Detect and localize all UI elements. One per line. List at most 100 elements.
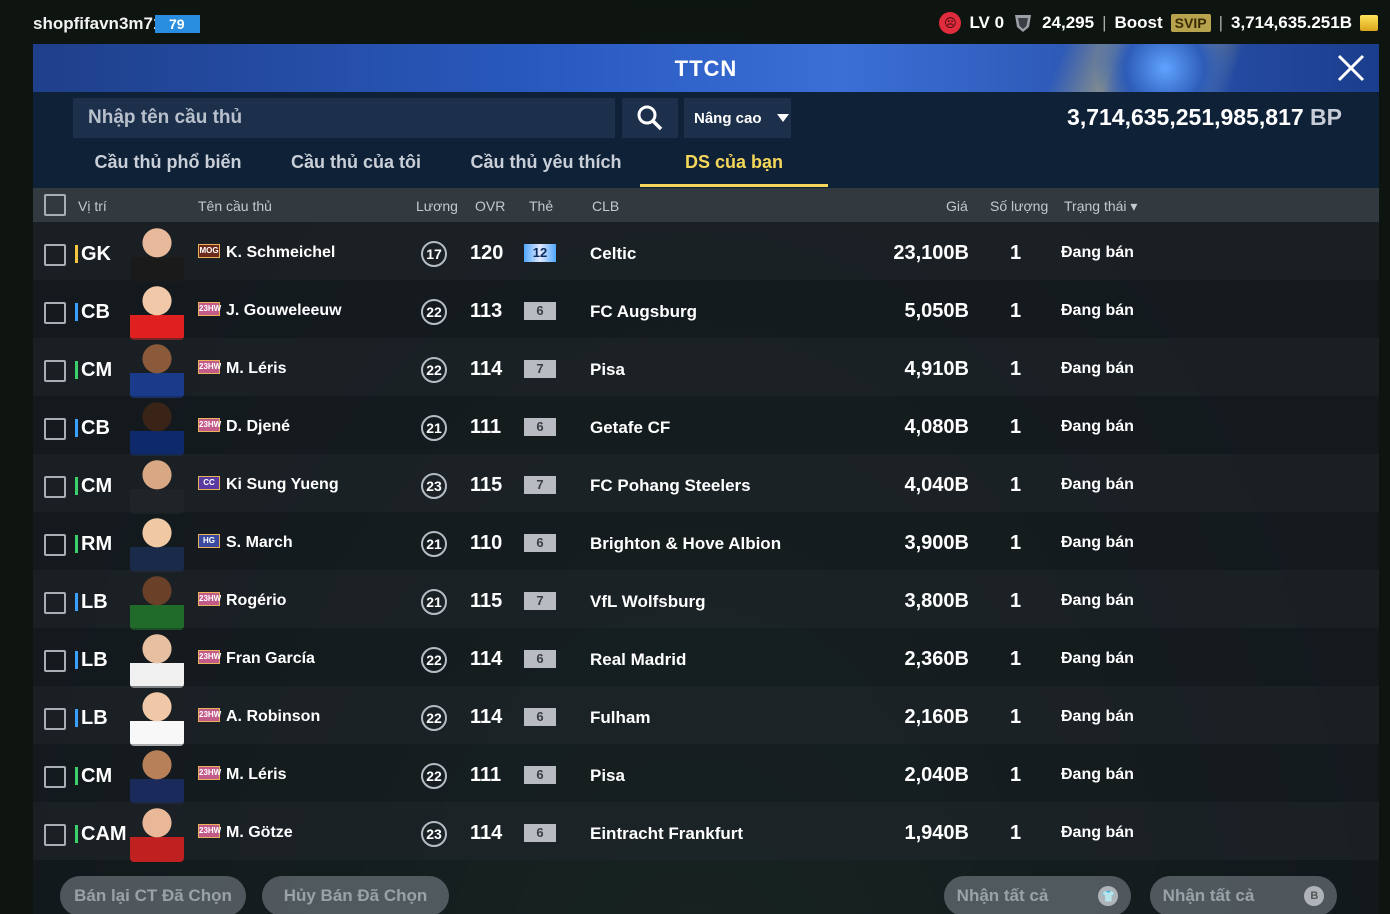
listing-status: Đang bán — [1061, 360, 1134, 377]
listing-quantity: 1 — [1010, 590, 1022, 612]
header-position[interactable]: Vị trí — [78, 198, 107, 214]
player-position: LB — [75, 707, 108, 730]
player-club: Brighton & Hove Albion — [590, 534, 782, 553]
row-checkbox[interactable] — [44, 534, 66, 556]
row-checkbox[interactable] — [44, 824, 66, 846]
header-status[interactable]: Trạng thái ▾ — [1064, 198, 1137, 215]
lv-label: LV 0 — [969, 13, 1005, 32]
bp-total-value: 3,714,635,251,985,817 — [1067, 104, 1304, 130]
player-wage: 21 — [421, 589, 447, 615]
bp-total: 3,714,635,251,985,817 BP — [1067, 104, 1342, 131]
sad-face-icon: ☹ — [939, 12, 962, 34]
header-ovr[interactable]: OVR — [475, 198, 505, 214]
tab-favorite-players[interactable]: Cầu thủ yêu thích — [466, 152, 626, 173]
resell-selected-button[interactable]: Bán lại CT Đã Chọn — [60, 876, 246, 914]
table-row[interactable]: CB 23HW D. Djené 21 111 6 Getafe CF 4,080B 1 Đang… — [33, 396, 1379, 456]
player-club: FC Augsburg — [590, 302, 698, 321]
listing-status: Đang bán — [1061, 650, 1134, 667]
card-level-badge: 6 — [524, 766, 556, 784]
tab-your-list[interactable]: DS của bạn — [640, 152, 828, 173]
table-row[interactable]: CM CC Ki Sung Yueng 23 115 7 FC Pohang Steeler… — [33, 454, 1379, 514]
level-badge: 79 — [155, 15, 200, 33]
card-level-badge: 6 — [524, 534, 556, 552]
row-checkbox[interactable] — [44, 302, 66, 324]
row-checkbox[interactable] — [44, 708, 66, 730]
table-row[interactable]: CAM 23HW M. Götze 23 114 6 Eintracht Frankfurt… — [33, 802, 1379, 862]
search-button[interactable] — [622, 98, 678, 138]
listing-price: 4,040B — [904, 474, 970, 496]
table-row[interactable]: LB 23HW Rogério 21 115 7 VfL Wolfsburg 3,800B 1 Đ… — [33, 570, 1379, 630]
table-row[interactable]: LB 23HW Fran García 22 114 6 Real Madrid 2,360B… — [33, 628, 1379, 688]
table-row[interactable]: CM 23HW M. Léris 22 114 7 Pisa 4,910B 1 Đang bán — [33, 338, 1379, 398]
card-level-badge: 7 — [524, 360, 556, 378]
claim-all-button-2[interactable]: Nhận tất cả B — [1150, 876, 1337, 914]
header-card[interactable]: Thẻ — [529, 198, 553, 214]
listing-price: 3,800B — [904, 590, 970, 612]
player-club: FC Pohang Steelers — [590, 476, 751, 495]
listing-quantity: 1 — [1010, 242, 1022, 264]
player-position: CAM — [75, 823, 127, 846]
listing-status: Đang bán — [1061, 244, 1134, 261]
table-row[interactable]: CM 23HW M. Léris 22 111 6 Pisa 2,040B 1 Đang bán — [33, 744, 1379, 804]
season-badge-icon: 23HW — [198, 360, 221, 374]
table-row[interactable]: CB 23HW J. Gouweleeuw 22 113 6 FC Augsburg 5,05… — [33, 280, 1379, 340]
tab-my-players[interactable]: Cầu thủ của tôi — [281, 152, 431, 173]
card-level-badge: 7 — [524, 592, 556, 610]
table-row[interactable]: GK MOG K. Schmeichel 17 120 12 Celtic 23,100B 1 Đ… — [33, 222, 1379, 282]
search-bar: Nâng cao 3,714,635,251,985,817 BP — [33, 92, 1379, 140]
select-all-checkbox[interactable] — [44, 194, 66, 216]
player-ovr: 111 — [470, 416, 502, 438]
header-qty[interactable]: Số lượng — [990, 198, 1048, 214]
season-badge-icon: CC — [198, 476, 220, 490]
listing-price: 2,160B — [904, 706, 970, 728]
card-level-badge: 12 — [524, 244, 556, 262]
player-name: Rogério — [226, 592, 287, 609]
row-checkbox[interactable] — [44, 766, 66, 788]
claim-all-button-1[interactable]: Nhận tất cả 👕 — [944, 876, 1131, 914]
player-wage: 17 — [421, 241, 447, 267]
card-level-badge: 6 — [524, 824, 556, 842]
player-name: K. Schmeichel — [226, 244, 336, 261]
player-ovr: 114 — [470, 706, 503, 728]
player-avatar — [130, 632, 184, 688]
row-checkbox[interactable] — [44, 244, 66, 266]
player-wage: 22 — [421, 705, 447, 731]
header-name[interactable]: Tên cầu thủ — [198, 198, 272, 214]
player-avatar — [130, 400, 184, 456]
listing-price: 23,100B — [893, 242, 969, 264]
player-avatar — [130, 806, 184, 862]
advanced-label: Nâng cao — [694, 109, 762, 127]
player-position: CM — [75, 765, 112, 788]
header-club[interactable]: CLB — [592, 198, 619, 214]
season-badge-icon: 23HW — [198, 824, 221, 838]
player-wage: 23 — [421, 821, 447, 847]
balance-value: 3,714,635.251B — [1231, 13, 1352, 32]
header-wage[interactable]: Lương — [416, 198, 458, 214]
search-input[interactable] — [73, 98, 615, 138]
card-level-badge: 6 — [524, 302, 556, 320]
card-level-badge: 6 — [524, 418, 556, 436]
listing-status: Đang bán — [1061, 418, 1134, 435]
row-checkbox[interactable] — [44, 650, 66, 672]
player-name: M. Léris — [226, 360, 287, 377]
close-button[interactable] — [1333, 50, 1369, 86]
tab-bar: Cầu thủ phổ biến Cầu thủ của tôi Cầu thủ… — [33, 140, 1379, 188]
row-checkbox[interactable] — [44, 476, 66, 498]
search-icon — [637, 105, 663, 131]
table-row[interactable]: RM HG S. March 21 110 6 Brighton & Hove Albion… — [33, 512, 1379, 572]
listing-price: 4,080B — [904, 416, 970, 438]
listing-status: Đang bán — [1061, 592, 1134, 609]
row-checkbox[interactable] — [44, 360, 66, 382]
row-checkbox[interactable] — [44, 418, 66, 440]
player-ovr: 113 — [470, 300, 503, 322]
tab-popular-players[interactable]: Cầu thủ phổ biến — [93, 152, 243, 173]
header-price[interactable]: Giá — [946, 198, 968, 214]
advanced-filter-button[interactable]: Nâng cao — [684, 98, 791, 138]
row-checkbox[interactable] — [44, 592, 66, 614]
player-name: Fran García — [226, 650, 315, 667]
listing-quantity: 1 — [1010, 532, 1022, 554]
table-row[interactable]: LB 23HW A. Robinson 22 114 6 Fulham 2,160B 1 Đang… — [33, 686, 1379, 746]
player-position: RM — [75, 533, 112, 556]
top-right-stats: ☹ LV 0 24,295 | Boost SVIP | 3,714,635.2… — [939, 10, 1378, 36]
cancel-selected-button[interactable]: Hủy Bán Đã Chọn — [262, 876, 449, 914]
